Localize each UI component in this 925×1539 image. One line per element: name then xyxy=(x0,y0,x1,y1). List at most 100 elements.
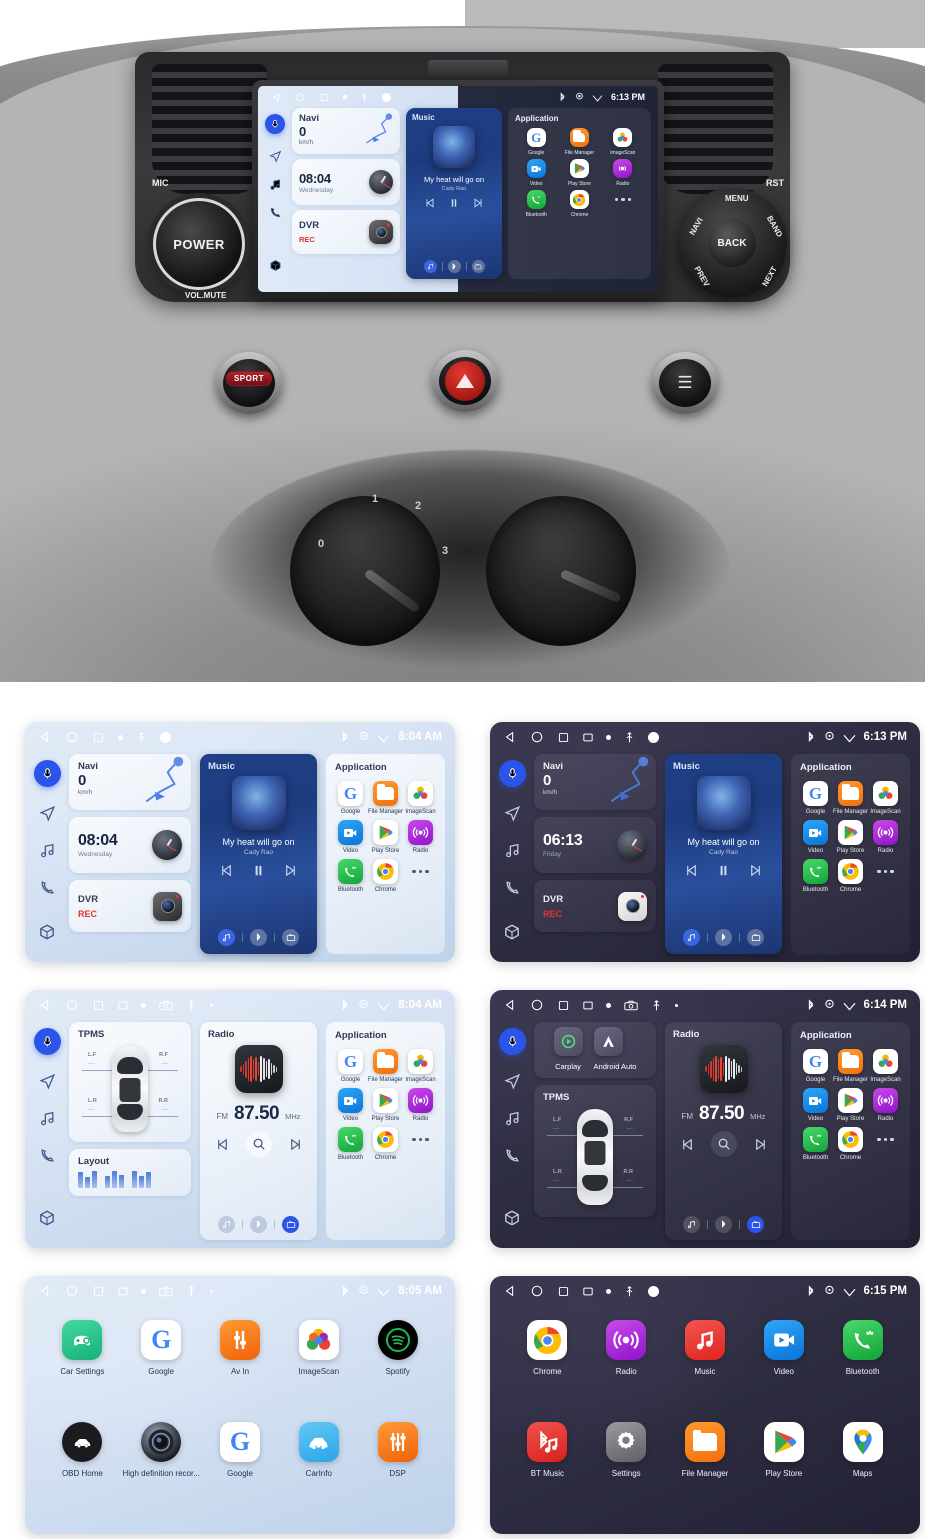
recents-icon[interactable] xyxy=(92,1285,105,1298)
local-music-button[interactable] xyxy=(218,929,235,946)
app-video[interactable]: Video xyxy=(744,1320,823,1422)
screen-home-dark[interactable]: 6:13 PM Navi 0 km/h 06:13 Friday DVR REC… xyxy=(490,722,920,962)
head-unit-screen[interactable]: 6:13 PM Navi 0 km/h 08:04 Wednesday DVR … xyxy=(258,86,658,292)
app-bluetooth[interactable]: Bluetooth xyxy=(800,859,831,893)
app-music[interactable]: Music xyxy=(666,1320,745,1422)
next-station-icon[interactable] xyxy=(753,1137,768,1152)
home-icon[interactable] xyxy=(530,730,544,744)
music-widget[interactable]: Music My heat will go on Cady Rao xyxy=(406,108,502,279)
app-google[interactable]: G Google xyxy=(122,1320,201,1422)
app-imagescan[interactable]: ImageScan xyxy=(602,128,644,156)
app-video[interactable]: Video xyxy=(335,820,366,854)
app-chrome[interactable]: Chrome xyxy=(558,190,600,218)
local-music-button[interactable] xyxy=(423,260,437,273)
bt-music-button[interactable] xyxy=(250,1216,267,1233)
app-maps[interactable]: Maps xyxy=(823,1422,902,1524)
radio-shortcut-button[interactable] xyxy=(747,1216,764,1233)
bt-music-button[interactable] xyxy=(715,1216,732,1233)
sidebar-item-phone[interactable] xyxy=(504,1137,521,1174)
back-icon[interactable] xyxy=(271,92,282,103)
clock-widget[interactable]: 08:04 Wednesday xyxy=(292,159,400,205)
sidebar-item-voice-assistant[interactable] xyxy=(265,114,285,134)
home-icon[interactable] xyxy=(65,998,79,1012)
navi-widget[interactable]: Navi 0 km/h xyxy=(69,754,191,810)
app-play-store[interactable]: Play Store xyxy=(833,820,868,854)
sidebar-item-apps[interactable] xyxy=(38,917,56,954)
screen-home-light[interactable]: 8:04 AM Navi 0 km/h 08:04 Wednesday DVR … xyxy=(25,722,455,962)
home-icon[interactable] xyxy=(530,998,544,1012)
tpms-widget[interactable]: TPMS L.F ---- R.F ---- L.R ---- R.R ---- xyxy=(69,1022,191,1142)
bt-music-button[interactable] xyxy=(250,929,267,946)
android-auto-button[interactable]: Android Auto xyxy=(593,1027,636,1071)
rear-defog-button[interactable]: ☰ xyxy=(652,352,718,414)
sidebar-item-music[interactable] xyxy=(504,832,521,869)
back-icon[interactable] xyxy=(38,998,52,1012)
sport-button[interactable]: SPORT xyxy=(216,352,282,414)
app-imagescan[interactable]: ImageScan xyxy=(870,781,901,815)
power-volume-knob[interactable]: POWER xyxy=(153,198,245,290)
app-radio[interactable]: Radio xyxy=(602,159,644,187)
sidebar-item-navigation[interactable] xyxy=(503,795,521,832)
sidebar-item-phone[interactable] xyxy=(39,1137,56,1174)
previous-track-icon[interactable] xyxy=(424,197,436,209)
sidebar-item-navigation[interactable] xyxy=(503,1063,521,1100)
screen-radio-dark[interactable]: 6:14 PM Carplay Android Auto TPMS L.F --… xyxy=(490,990,920,1248)
app-carinfo[interactable]: CarInfo xyxy=(279,1422,358,1524)
navi-widget[interactable]: Navi 0 km/h xyxy=(534,754,656,810)
app-bluetooth[interactable]: Bluetooth xyxy=(823,1320,902,1422)
dvr-widget[interactable]: DVR REC xyxy=(534,880,656,932)
app-bluetooth[interactable]: Bluetooth xyxy=(335,1127,366,1161)
sidebar-item-music[interactable] xyxy=(504,1100,521,1137)
screenshot-icon[interactable] xyxy=(648,731,659,743)
app-av-in[interactable]: Av In xyxy=(201,1320,280,1422)
app-chrome[interactable]: Chrome xyxy=(833,859,868,893)
app-bluetooth[interactable]: Bluetooth xyxy=(335,859,366,893)
scan-button[interactable] xyxy=(245,1131,272,1157)
app-chrome[interactable]: Chrome xyxy=(368,1127,403,1161)
screenshot-icon[interactable] xyxy=(648,1285,659,1297)
app-obd-home[interactable]: OBD Home xyxy=(43,1422,122,1524)
app-play-store[interactable]: Play Store xyxy=(744,1422,823,1524)
recents-icon[interactable] xyxy=(319,92,330,103)
recents-icon[interactable] xyxy=(557,1285,570,1298)
app-chrome[interactable]: Chrome xyxy=(508,1320,587,1422)
next-track-icon[interactable] xyxy=(748,863,763,878)
app-radio[interactable]: Radio xyxy=(870,820,901,854)
sidebar-item-navigation[interactable] xyxy=(38,1063,56,1100)
sidebar-item-phone[interactable] xyxy=(39,869,56,906)
tpms-widget[interactable]: TPMS L.F ---- R.F ---- L.R ---- R.R ---- xyxy=(534,1085,656,1217)
local-music-button[interactable] xyxy=(218,1216,235,1233)
next-track-icon[interactable] xyxy=(283,863,298,878)
app-dsp[interactable]: DSP xyxy=(358,1422,437,1524)
app-more[interactable] xyxy=(870,859,901,893)
next-station-icon[interactable] xyxy=(288,1137,303,1152)
app-settings[interactable]: Settings xyxy=(587,1422,666,1524)
previous-station-icon[interactable] xyxy=(680,1137,695,1152)
dvr-widget[interactable]: DVR REC xyxy=(69,880,191,932)
screen-app-drawer-dark[interactable]: 6:15 PM Chrome Radio Music Video Bluetoo… xyxy=(490,1276,920,1534)
carplay-button[interactable]: Carplay xyxy=(553,1027,583,1071)
recents-icon[interactable] xyxy=(557,731,570,744)
radio-widget[interactable]: Radio FM 87.50 MHz xyxy=(200,1022,317,1240)
app-play-store[interactable]: Play Store xyxy=(368,820,403,854)
phone-projection-widget[interactable]: Carplay Android Auto xyxy=(534,1022,656,1078)
sidebar-item-apps[interactable] xyxy=(503,1203,521,1240)
app-spotify[interactable]: Spotify xyxy=(358,1320,437,1422)
bt-music-button[interactable] xyxy=(447,260,461,273)
sidebar-item-voice-assistant[interactable] xyxy=(33,1028,61,1055)
app-radio[interactable]: Radio xyxy=(405,820,436,854)
app-imagescan[interactable]: ImageScan xyxy=(405,781,436,815)
sidebar-item-apps[interactable] xyxy=(503,917,521,954)
sidebar-item-voice-assistant[interactable] xyxy=(498,760,526,787)
app-imagescan[interactable]: ImageScan xyxy=(279,1320,358,1422)
radio-widget[interactable]: Radio FM 87.50 MHz xyxy=(665,1022,782,1240)
app-file-manager[interactable]: File Manager xyxy=(368,781,403,815)
app-video[interactable]: Video xyxy=(800,1088,831,1122)
home-icon[interactable] xyxy=(530,1284,544,1298)
app-google[interactable]: G Google xyxy=(335,781,366,815)
sidebar-item-apps[interactable] xyxy=(38,1203,56,1240)
sidebar-item-phone[interactable] xyxy=(504,869,521,906)
clock-widget[interactable]: 06:13 Friday xyxy=(534,817,656,873)
app-file-manager[interactable]: File Manager xyxy=(833,1049,868,1083)
radio-shortcut-button[interactable] xyxy=(282,929,299,946)
